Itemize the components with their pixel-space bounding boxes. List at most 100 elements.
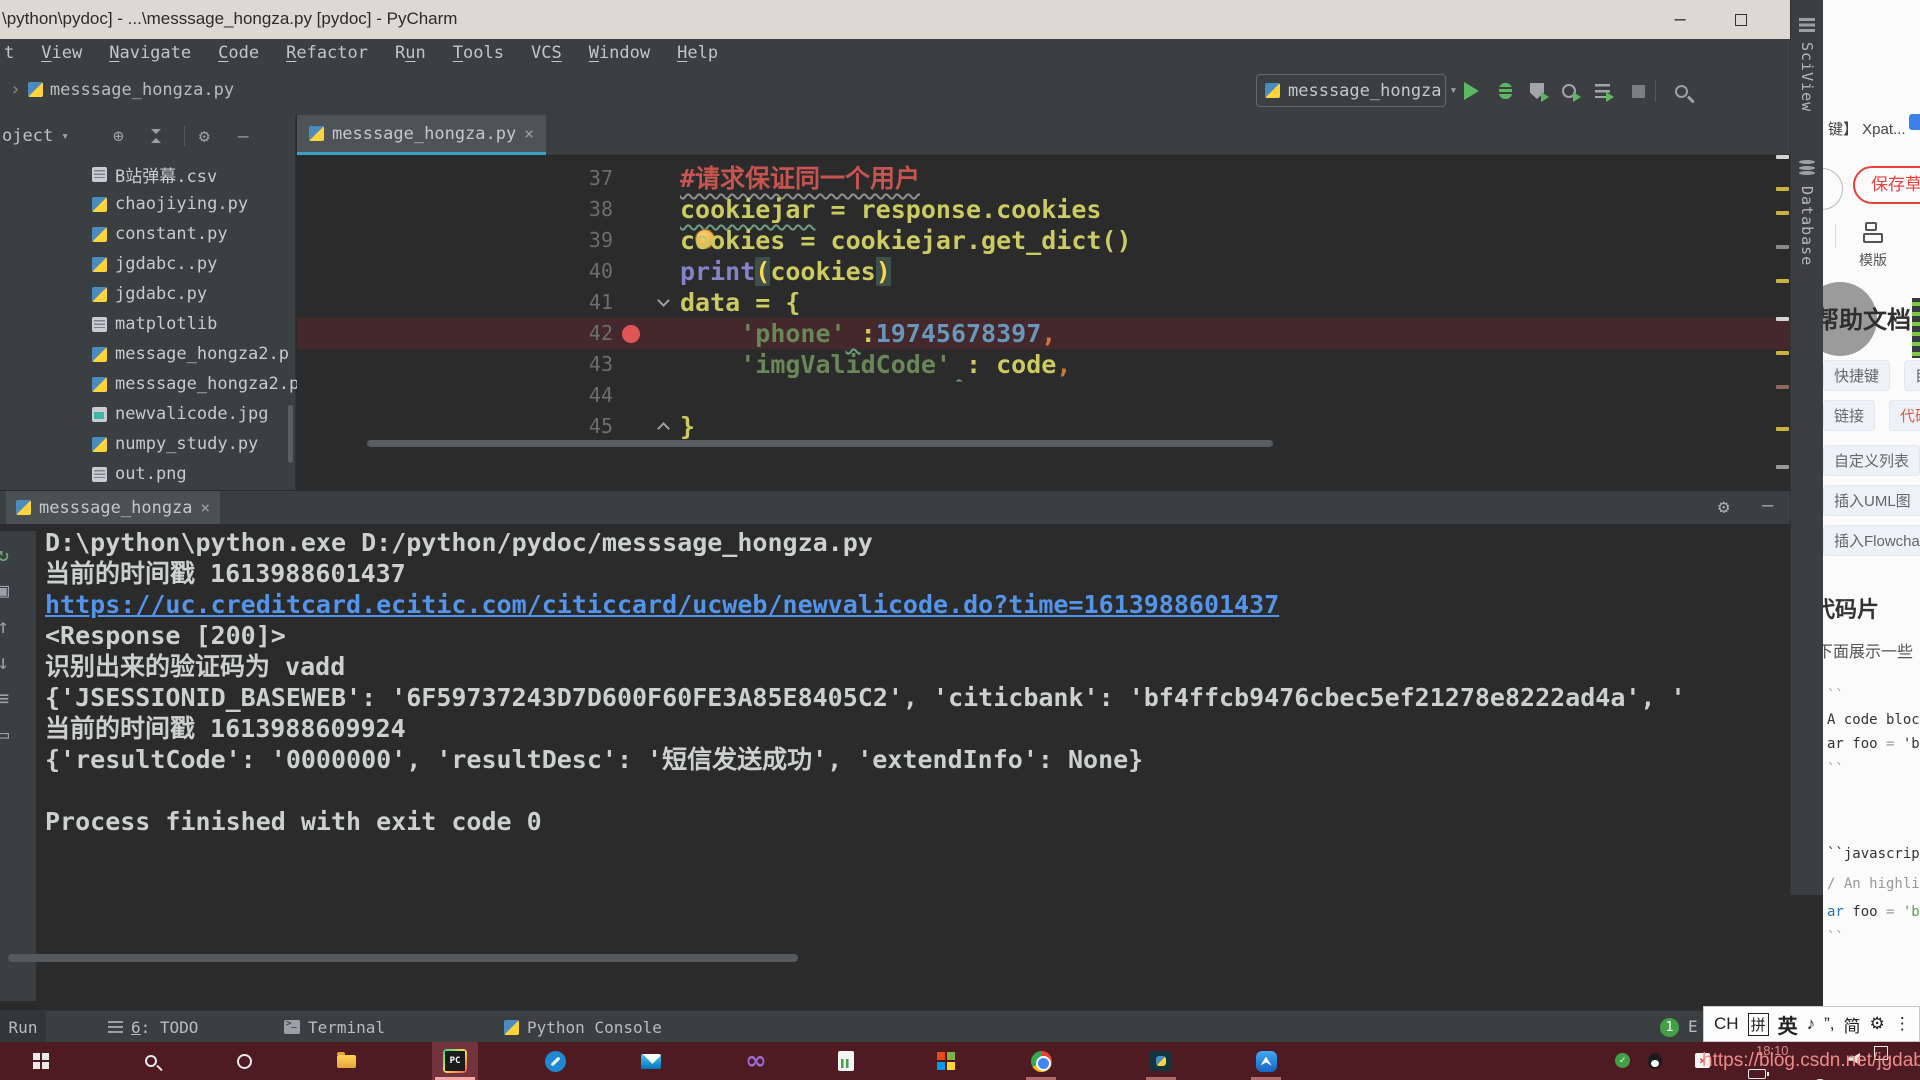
run-button[interactable] bbox=[1458, 78, 1484, 104]
taskbar-mail-button[interactable] bbox=[628, 1042, 674, 1080]
code-line[interactable]: 39cookies = cookiejar.get_dict() bbox=[297, 225, 1790, 256]
gear-icon[interactable]: ⚙ bbox=[1718, 496, 1729, 518]
fold-marker-icon[interactable] bbox=[657, 294, 670, 307]
close-icon[interactable]: × bbox=[201, 498, 211, 517]
error-stripe[interactable] bbox=[1776, 125, 1790, 485]
tree-item[interactable]: constant.py bbox=[0, 219, 296, 249]
ime-item[interactable]: CH bbox=[1714, 1014, 1739, 1034]
taskbar-visual-studio-button[interactable]: ∞ bbox=[733, 1042, 779, 1080]
profiler-button[interactable] bbox=[1556, 78, 1582, 104]
taskbar-pycharm-button[interactable]: PC bbox=[432, 1042, 478, 1080]
tree-item[interactable]: jgdabc.py bbox=[0, 279, 296, 309]
tree-item[interactable]: out.png bbox=[0, 459, 296, 489]
help-pill[interactable]: 自定义列表 bbox=[1823, 445, 1920, 476]
tree-item[interactable]: messsage_hongza2.p bbox=[0, 369, 296, 399]
menu-item[interactable]: Refactor bbox=[286, 43, 368, 63]
statusbar-terminal-button[interactable]: Terminal bbox=[284, 1011, 385, 1043]
stop-button[interactable] bbox=[1625, 78, 1651, 104]
toolwindow-sciview[interactable]: SciView bbox=[1798, 42, 1816, 112]
run-config-combo[interactable]: messsage_hongza ▾ bbox=[1256, 74, 1446, 107]
minimize-toolwindow-icon[interactable]: — bbox=[1762, 494, 1773, 516]
gear-icon[interactable]: ⚙ bbox=[199, 126, 210, 147]
console-toolbar-icon[interactable]: ▭ bbox=[0, 721, 16, 747]
toolwindow-database[interactable]: Database bbox=[1798, 186, 1816, 266]
console-link[interactable]: https://uc.creditcard.ecitic.com/citicca… bbox=[36, 589, 1790, 620]
ime-item[interactable]: 拼 bbox=[1748, 1013, 1769, 1036]
code-line[interactable]: 37#请求保证同一个用户 bbox=[297, 163, 1790, 194]
event-log-label[interactable]: E bbox=[1688, 1017, 1698, 1036]
help-pill[interactable]: 代码 bbox=[1889, 400, 1920, 431]
code-line[interactable]: 41data = { bbox=[297, 287, 1790, 318]
code-line[interactable]: 42 'phone' :19745678397, bbox=[297, 318, 1790, 349]
ime-item[interactable]: ⚙ bbox=[1869, 1014, 1884, 1034]
console-toolbar-icon[interactable]: ↑ bbox=[0, 613, 16, 639]
editor-horizontal-scrollbar[interactable] bbox=[367, 440, 1273, 447]
code-line[interactable]: 43 'imgValidCode' : code, bbox=[297, 349, 1790, 380]
tree-item[interactable]: jgdabc..py bbox=[0, 249, 296, 279]
hide-panel-icon[interactable]: — bbox=[238, 126, 249, 147]
menu-item[interactable]: Code bbox=[218, 43, 259, 63]
code-line[interactable]: 44 bbox=[297, 380, 1790, 411]
menu-item[interactable]: t bbox=[4, 43, 14, 63]
maximize-button[interactable] bbox=[1713, 0, 1769, 39]
tree-item[interactable]: chaojiying.py bbox=[0, 189, 296, 219]
ime-toolbar[interactable]: CH拼英♪”,简⚙⋮ bbox=[1703, 1006, 1920, 1042]
tree-item[interactable]: numpy_study.py bbox=[0, 429, 296, 459]
overlay-circle-button[interactable] bbox=[1823, 168, 1843, 210]
taskbar-windows-start-button[interactable] bbox=[18, 1042, 64, 1080]
menu-item[interactable]: Navigate bbox=[109, 43, 191, 63]
help-pill[interactable]: 插入UML图 bbox=[1823, 485, 1920, 516]
project-panel-header[interactable]: oject ▾ ⊕ ⚙ — bbox=[2, 121, 249, 151]
notification-badge[interactable]: 1 bbox=[1660, 1018, 1679, 1037]
ime-item[interactable]: ⋮ bbox=[1894, 1014, 1911, 1034]
search-everywhere-button[interactable] bbox=[1668, 78, 1694, 104]
statusbar-run-button[interactable]: Run bbox=[0, 1011, 46, 1043]
console-toolbar-icon[interactable]: ↻ bbox=[0, 541, 16, 567]
console-toolbar-icon[interactable]: ▣ bbox=[0, 577, 16, 603]
code-line[interactable]: 40print(cookies) bbox=[297, 256, 1790, 287]
help-pill[interactable]: 插入Flowcha bbox=[1823, 525, 1920, 556]
code-line[interactable]: 38cookiejar = response.cookies bbox=[297, 194, 1790, 225]
template-icon[interactable] bbox=[1863, 222, 1887, 244]
tree-item[interactable]: message_hongza2.p bbox=[0, 339, 296, 369]
taskbar-wps-doc-button[interactable] bbox=[823, 1042, 869, 1080]
breakpoint-icon[interactable] bbox=[622, 325, 640, 343]
menu-item[interactable]: View bbox=[41, 43, 82, 63]
ime-item[interactable]: ”, bbox=[1824, 1014, 1834, 1034]
taskbar-cortana-button[interactable] bbox=[221, 1042, 267, 1080]
close-icon[interactable]: × bbox=[524, 124, 534, 143]
console-horizontal-scrollbar[interactable] bbox=[8, 954, 798, 962]
ime-item[interactable]: 英 bbox=[1778, 1010, 1798, 1039]
taskbar-python-terminal-button[interactable] bbox=[1138, 1042, 1184, 1080]
project-scrollbar[interactable] bbox=[288, 405, 293, 463]
code-line[interactable]: 36 bbox=[297, 156, 1790, 163]
tray-qq-icon[interactable] bbox=[1648, 1053, 1662, 1069]
locate-file-icon[interactable]: ⊕ bbox=[113, 126, 124, 147]
tray-green-check-icon[interactable]: ✓ bbox=[1615, 1053, 1630, 1068]
statusbar-python-console-button[interactable]: Python Console bbox=[504, 1011, 662, 1043]
taskbar-tim-button[interactable] bbox=[1243, 1042, 1289, 1080]
menu-item[interactable]: Run bbox=[395, 43, 426, 63]
statusbar-todo-button[interactable]: 6: TODO bbox=[108, 1011, 198, 1043]
collapse-all-icon[interactable] bbox=[150, 129, 162, 143]
help-pill[interactable]: 目 bbox=[1904, 360, 1920, 391]
code-line[interactable]: 45} bbox=[297, 411, 1790, 442]
breadcrumb[interactable]: › messsage_hongza.py bbox=[10, 79, 234, 100]
minimize-button[interactable]: – bbox=[1652, 0, 1708, 39]
save-draft-button[interactable]: 保存草 bbox=[1853, 166, 1920, 204]
menu-item[interactable]: Help bbox=[677, 43, 718, 63]
editor-tab[interactable]: messsage_hongza.py × bbox=[297, 115, 546, 155]
run-tab[interactable]: messsage_hongza × bbox=[6, 491, 220, 524]
help-pill[interactable]: 链接 bbox=[1823, 400, 1875, 431]
coverage-button[interactable] bbox=[1524, 78, 1550, 104]
taskbar-chrome-button[interactable] bbox=[1018, 1042, 1064, 1080]
color-slider-widget[interactable] bbox=[1907, 292, 1920, 364]
tree-item[interactable]: matplotlib bbox=[0, 309, 296, 339]
console-toolbar-icon[interactable]: ↓ bbox=[0, 649, 16, 675]
help-pill[interactable]: 快捷键 bbox=[1823, 360, 1890, 391]
concurrency-button[interactable] bbox=[1589, 78, 1615, 104]
ime-item[interactable]: ♪ bbox=[1807, 1014, 1816, 1034]
console-toolbar-icon[interactable]: ≡ bbox=[0, 685, 16, 711]
fold-marker-icon[interactable] bbox=[657, 422, 670, 435]
menu-item[interactable]: VCS bbox=[531, 43, 562, 63]
